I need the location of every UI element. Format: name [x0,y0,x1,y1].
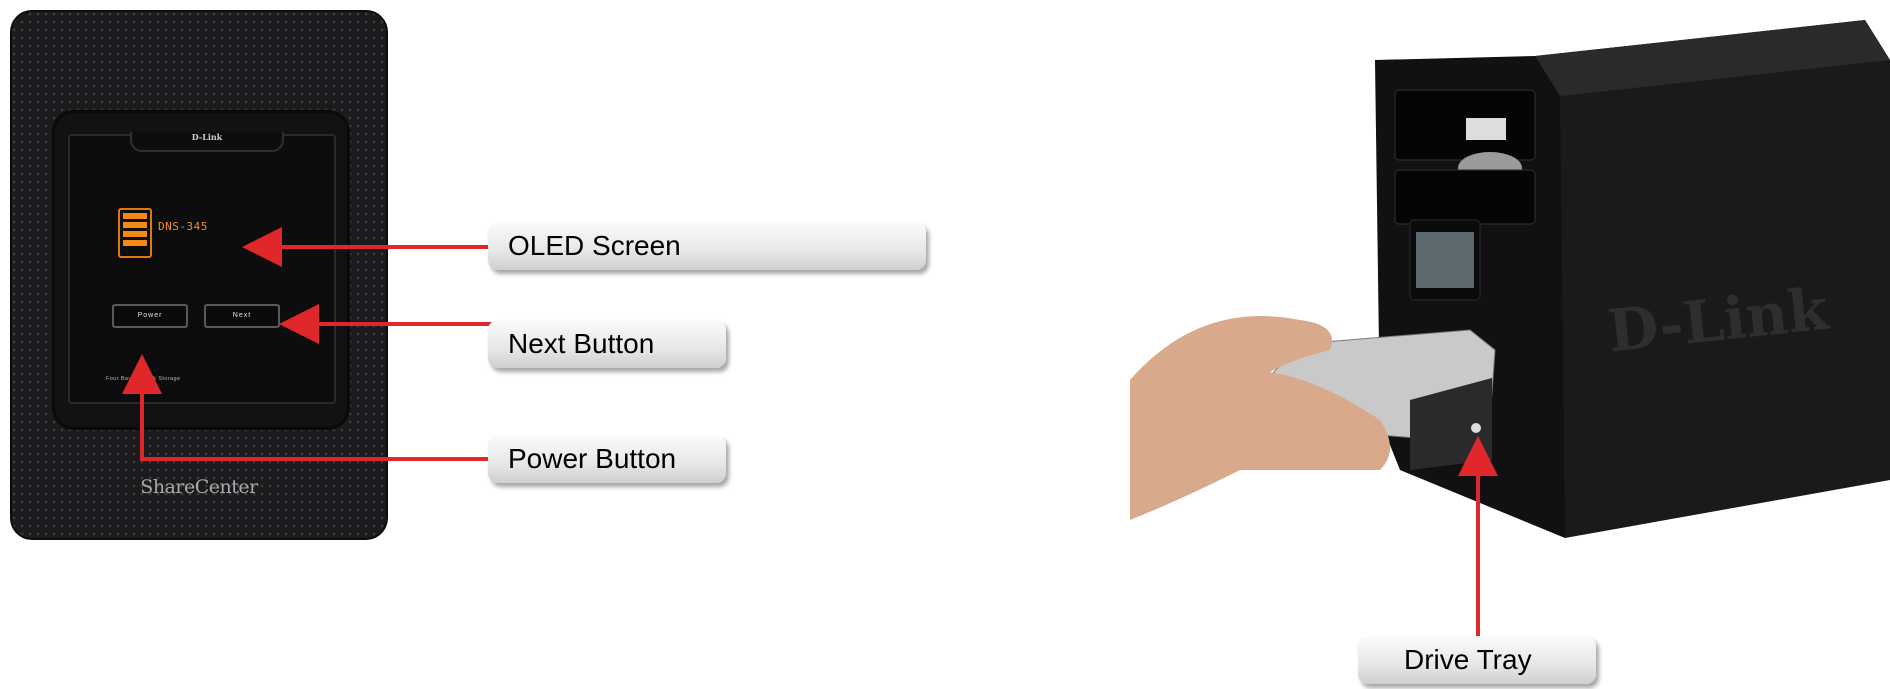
callout-arrows [122,227,1498,636]
nas-diagram-page: { "device_front": { "brand_badge": "D-Li… [0,0,1890,689]
callout-power-button: Power Button [488,435,726,483]
callout-drive-tray: Drive Tray [1358,636,1596,684]
arrow-power [122,354,492,461]
callout-oled-screen: OLED Screen [488,222,926,270]
callout-next-button: Next Button [488,320,726,368]
